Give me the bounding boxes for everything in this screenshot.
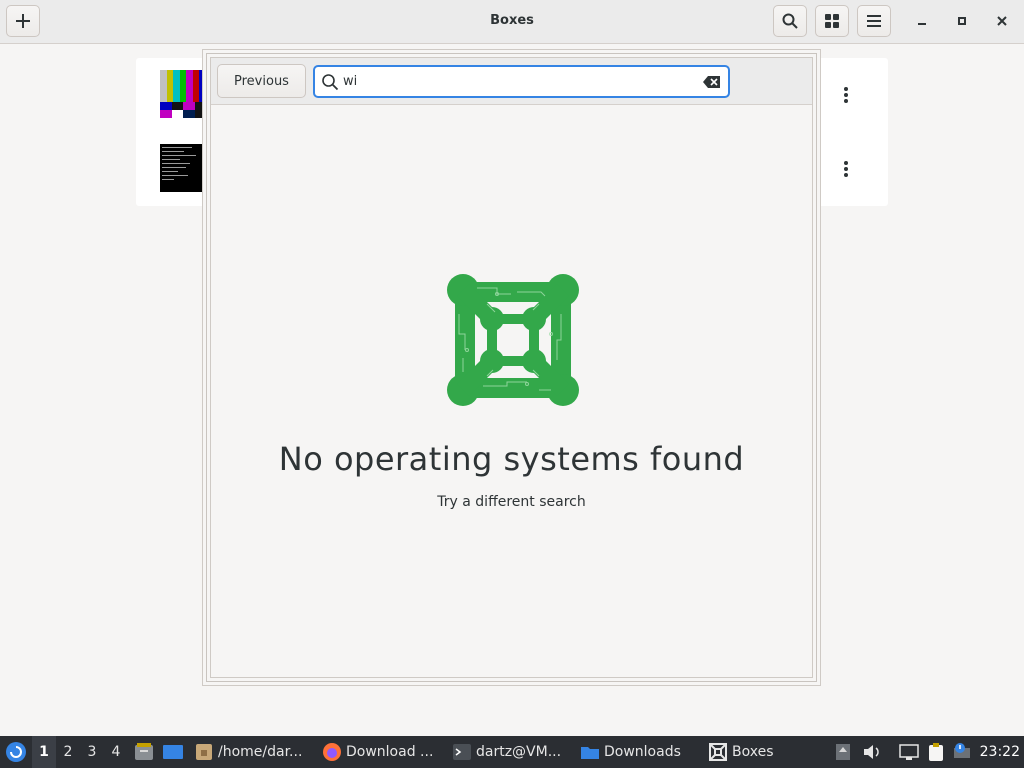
previous-button[interactable]: Previous — [217, 64, 306, 98]
task-downloads-folder[interactable]: Downloads — [580, 736, 690, 768]
close-icon — [997, 16, 1007, 26]
main-menu-button[interactable] — [857, 5, 891, 37]
hamburger-icon — [867, 15, 881, 27]
grid-icon — [825, 14, 839, 28]
clock[interactable]: 23:22 — [980, 736, 1020, 768]
task-label: Download ... — [346, 744, 434, 760]
clear-search-icon[interactable] — [702, 73, 722, 91]
maximize-icon — [958, 17, 966, 25]
search-icon — [782, 13, 798, 29]
workspace-1[interactable]: 1 — [32, 736, 56, 768]
search-button[interactable] — [773, 5, 807, 37]
dialog-header: Previous — [211, 58, 812, 105]
boxes-logo-icon — [447, 274, 579, 406]
search-field[interactable] — [313, 65, 730, 98]
terminal-icon — [453, 744, 471, 760]
show-desktop-button[interactable] — [162, 736, 184, 768]
tray-notifications[interactable] — [952, 736, 972, 768]
empty-state-subtitle: Try a different search — [437, 494, 586, 510]
task-label: Boxes — [732, 744, 774, 760]
tray-network[interactable] — [898, 736, 920, 768]
file-cabinet-icon — [135, 743, 153, 760]
folder-icon — [581, 747, 599, 759]
view-toggle-button[interactable] — [815, 5, 849, 37]
dialog-content: Previous wi No operating systems found T… — [210, 57, 813, 678]
network-icon — [899, 744, 919, 760]
volume-icon — [864, 745, 879, 759]
taskbar: 1 2 3 4 /home/dar... Download ... dartz@… — [0, 736, 1024, 768]
search-input[interactable] — [343, 67, 698, 96]
minimize-icon — [918, 23, 926, 25]
file-manager-icon — [196, 744, 212, 760]
upload-icon — [836, 744, 850, 760]
notification-icon — [954, 743, 970, 758]
terminal-thumbnail — [160, 144, 206, 192]
task-label: /home/dar... — [218, 744, 303, 760]
maximize-button[interactable] — [952, 11, 972, 31]
files-launcher[interactable] — [134, 736, 154, 768]
empty-state: No operating systems found Try a differe… — [211, 106, 812, 677]
desktop-icon — [163, 745, 183, 759]
clipboard-icon — [929, 743, 943, 761]
tray-clipboard[interactable] — [926, 736, 946, 768]
task-firefox[interactable]: Download ... — [322, 736, 442, 768]
tray-volume[interactable] — [862, 736, 882, 768]
task-boxes[interactable]: Boxes — [708, 736, 788, 768]
distro-logo-icon — [6, 742, 26, 762]
tray-updates[interactable] — [834, 736, 852, 768]
workspace-3[interactable]: 3 — [80, 736, 104, 768]
header-bar: Boxes — [0, 0, 1024, 44]
kebab-menu-icon[interactable] — [836, 85, 856, 105]
firefox-icon — [323, 743, 341, 761]
task-label: Downloads — [604, 744, 681, 760]
task-file-manager[interactable]: /home/dar... — [194, 736, 310, 768]
minimize-button[interactable] — [912, 11, 932, 31]
task-label: dartz@VM... — [476, 744, 562, 760]
workspace-2[interactable]: 2 — [56, 736, 80, 768]
close-button[interactable] — [992, 11, 1012, 31]
task-terminal[interactable]: dartz@VM... — [452, 736, 570, 768]
kebab-menu-icon[interactable] — [836, 159, 856, 179]
empty-state-title: No operating systems found — [278, 440, 745, 478]
boxes-icon — [709, 743, 727, 761]
search-icon — [322, 74, 339, 91]
os-search-dialog: Previous wi No operating systems found T… — [206, 53, 817, 682]
start-menu-button[interactable] — [4, 736, 28, 768]
workspace-4[interactable]: 4 — [104, 736, 128, 768]
test-pattern-thumbnail — [160, 70, 206, 118]
